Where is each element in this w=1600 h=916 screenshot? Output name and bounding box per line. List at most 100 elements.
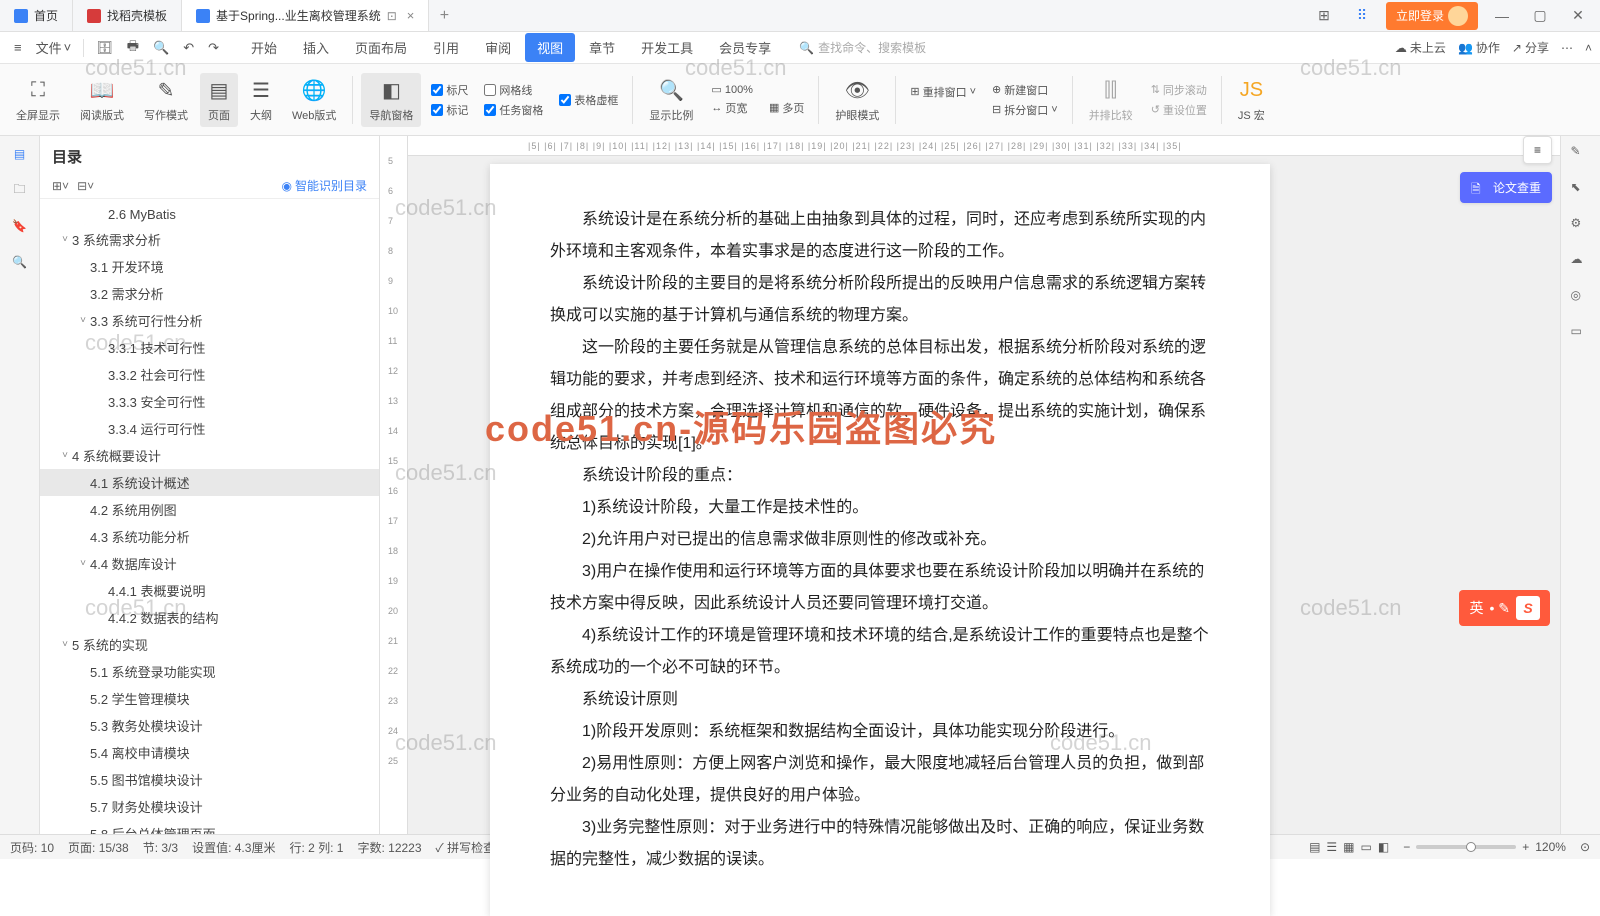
outline-view-button[interactable]: ☰大纲 [242, 77, 280, 123]
view-mode-icon[interactable]: ▭ [1361, 840, 1372, 854]
split-window-button[interactable]: ⊟ 拆分窗口 ˅ [992, 102, 1058, 118]
fit-icon[interactable]: ⊙ [1580, 840, 1590, 854]
eyecare-button[interactable]: 👁护眼模式 [827, 77, 887, 123]
document-page[interactable]: 系统设计是在系统分析的基础上由抽象到具体的过程，同时，还应考虑到系统所实现的内外… [490, 164, 1270, 916]
outline-item[interactable]: ˅4 系统概要设计 [40, 442, 379, 469]
zoom-out-icon[interactable]: − [1403, 840, 1410, 854]
ribbon-tab[interactable]: 引用 [421, 33, 471, 62]
new-tab-button[interactable]: + [429, 7, 459, 25]
zoom-in-icon[interactable]: + [1522, 840, 1529, 854]
edit-icon[interactable]: ✎ [1571, 144, 1591, 164]
outline-item[interactable]: 3.2 需求分析 [40, 280, 379, 307]
view-mode-icon[interactable]: ◧ [1378, 840, 1389, 854]
cloud-status[interactable]: ☁ 未上云 [1395, 39, 1446, 56]
page-width-button[interactable]: ↔ 页宽 [711, 100, 753, 116]
display-ratio-button[interactable]: 🔍显示比例 [641, 77, 701, 123]
save-icon[interactable]: 🗄 [90, 36, 119, 60]
outline-item[interactable]: ˅3.3 系统可行性分析 [40, 307, 379, 334]
grid-checkbox[interactable]: 网格线 [484, 82, 543, 98]
status-word-count[interactable]: 字数: 12223 [357, 839, 421, 856]
close-window-button[interactable]: ✕ [1564, 2, 1592, 30]
print-icon[interactable]: 🖶 [121, 33, 145, 63]
outline-item[interactable]: 3.1 开发环境 [40, 253, 379, 280]
outline-item[interactable]: 5.7 财务处模块设计 [40, 793, 379, 820]
ribbon-tab[interactable]: 开始 [239, 33, 289, 62]
ime-indicator[interactable]: 英• ✎S [1459, 590, 1550, 626]
command-search[interactable]: 🔍 查找命令、搜索模板 [799, 39, 926, 56]
outline-item[interactable]: ˅3 系统需求分析 [40, 226, 379, 253]
tab-document[interactable]: 基于Spring...业生离校管理系统⊡× [182, 0, 429, 31]
compare-button[interactable]: ⫿⫿并排比较 [1081, 77, 1141, 123]
ruler-checkbox[interactable]: 标尺 [431, 82, 468, 98]
outline-item[interactable]: 3.3.1 技术可行性 [40, 334, 379, 361]
tab-pin-icon[interactable]: ⊡ [387, 9, 397, 23]
maximize-button[interactable]: ▢ [1526, 2, 1554, 30]
float-toggle[interactable]: ≡ [1523, 136, 1552, 164]
outline-item[interactable]: 5.2 学生管理模块 [40, 685, 379, 712]
rearrange-window-button[interactable]: ⊞ 重排窗口 ˅ [910, 84, 976, 100]
ribbon-tab[interactable]: 插入 [291, 33, 341, 62]
multipage-button[interactable]: ▦ 多页 [769, 100, 804, 116]
view-mode-icon[interactable]: ▤ [1309, 840, 1320, 854]
mark-checkbox[interactable]: 标记 [431, 102, 468, 118]
select-icon[interactable]: ⬉ [1571, 180, 1591, 200]
zoom-value[interactable]: 120% [1535, 840, 1566, 854]
status-page-number[interactable]: 页码: 10 [10, 839, 54, 856]
ribbon-tab[interactable]: 会员专享 [707, 33, 783, 62]
outline-item[interactable]: 5.3 教务处模块设计 [40, 712, 379, 739]
outline-item[interactable]: 4.1 系统设计概述 [40, 469, 379, 496]
web-view-button[interactable]: 🌐Web版式 [284, 77, 344, 123]
more-icon[interactable]: ⋯ [1561, 41, 1573, 55]
write-mode-button[interactable]: ✎写作模式 [136, 77, 196, 123]
minimize-button[interactable]: — [1488, 2, 1516, 30]
tab-template[interactable]: 找稻壳模板 [73, 0, 182, 31]
ribbon-tab[interactable]: 章节 [577, 33, 627, 62]
view-mode-icon[interactable]: ☰ [1326, 840, 1337, 854]
ribbon-tab[interactable]: 审阅 [473, 33, 523, 62]
js-macro-button[interactable]: JSJS 宏 [1230, 77, 1273, 123]
fullscreen-button[interactable]: ⛶全屏显示 [8, 77, 68, 123]
file-menu[interactable]: 文件 ˅ [30, 34, 78, 61]
share-link[interactable]: ↗ 分享 [1512, 39, 1549, 56]
book-icon[interactable]: ▭ [1571, 324, 1591, 344]
new-window-button[interactable]: ⊕ 新建窗口 [992, 82, 1058, 98]
nav-pane-button[interactable]: ◧导航窗格 [361, 73, 421, 127]
location-icon[interactable]: ◎ [1571, 288, 1591, 308]
settings-icon[interactable]: ⚙ [1571, 216, 1591, 236]
menu-icon[interactable]: ≡ [8, 36, 28, 59]
outline-item[interactable]: 5.5 图书馆模块设计 [40, 766, 379, 793]
outline-item[interactable]: 4.2 系统用例图 [40, 496, 379, 523]
zoom-100-button[interactable]: ▭ 100% [711, 83, 753, 96]
plagiarism-check-button[interactable]: 🗎论文查重 [1460, 172, 1552, 203]
ribbon-tab[interactable]: 开发工具 [629, 33, 705, 62]
zoom-slider[interactable] [1416, 845, 1516, 849]
collapse-all-icon[interactable]: ⊟˅ [77, 179, 94, 193]
apps-icon[interactable]: ⠿ [1348, 2, 1376, 30]
outline-item[interactable]: ˅5 系统的实现 [40, 631, 379, 658]
view-mode-icon[interactable]: ▦ [1343, 840, 1354, 854]
collab-link[interactable]: 👥 协作 [1458, 39, 1500, 56]
tab-close-icon[interactable]: × [407, 8, 415, 23]
folder-icon[interactable]: 🗀 [10, 180, 30, 200]
auto-detect-outline[interactable]: ◉ 智能识别目录 [282, 177, 368, 194]
undo-icon[interactable]: ↶ [177, 36, 200, 60]
bookmark-icon[interactable]: 🔖 [10, 216, 30, 236]
outline-item[interactable]: 5.1 系统登录功能实现 [40, 658, 379, 685]
outline-icon[interactable]: ▤ [10, 144, 30, 164]
login-button[interactable]: 立即登录 [1386, 2, 1478, 30]
preview-icon[interactable]: 🔍 [147, 36, 175, 60]
outline-item[interactable]: 3.3.2 社会可行性 [40, 361, 379, 388]
outline-item[interactable]: 3.3.4 运行可行性 [40, 415, 379, 442]
tab-home[interactable]: 首页 [0, 0, 73, 31]
outline-item[interactable]: 4.3 系统功能分析 [40, 523, 379, 550]
cloud-icon[interactable]: ☁ [1571, 252, 1591, 272]
outline-item[interactable]: 5.4 离校申请模块 [40, 739, 379, 766]
outline-item[interactable]: ˅4.4 数据库设计 [40, 550, 379, 577]
outline-item[interactable]: 3.3.3 安全可行性 [40, 388, 379, 415]
ribbon-tab[interactable]: 视图 [525, 33, 575, 62]
taskpane-checkbox[interactable]: 任务窗格 [484, 102, 543, 118]
chevron-up-icon[interactable]: ˄ [1585, 41, 1592, 55]
redo-icon[interactable]: ↷ [202, 36, 225, 60]
ribbon-tab[interactable]: 页面布局 [343, 33, 419, 62]
outline-item[interactable]: 5.8 后台总体管理页面 [40, 820, 379, 834]
